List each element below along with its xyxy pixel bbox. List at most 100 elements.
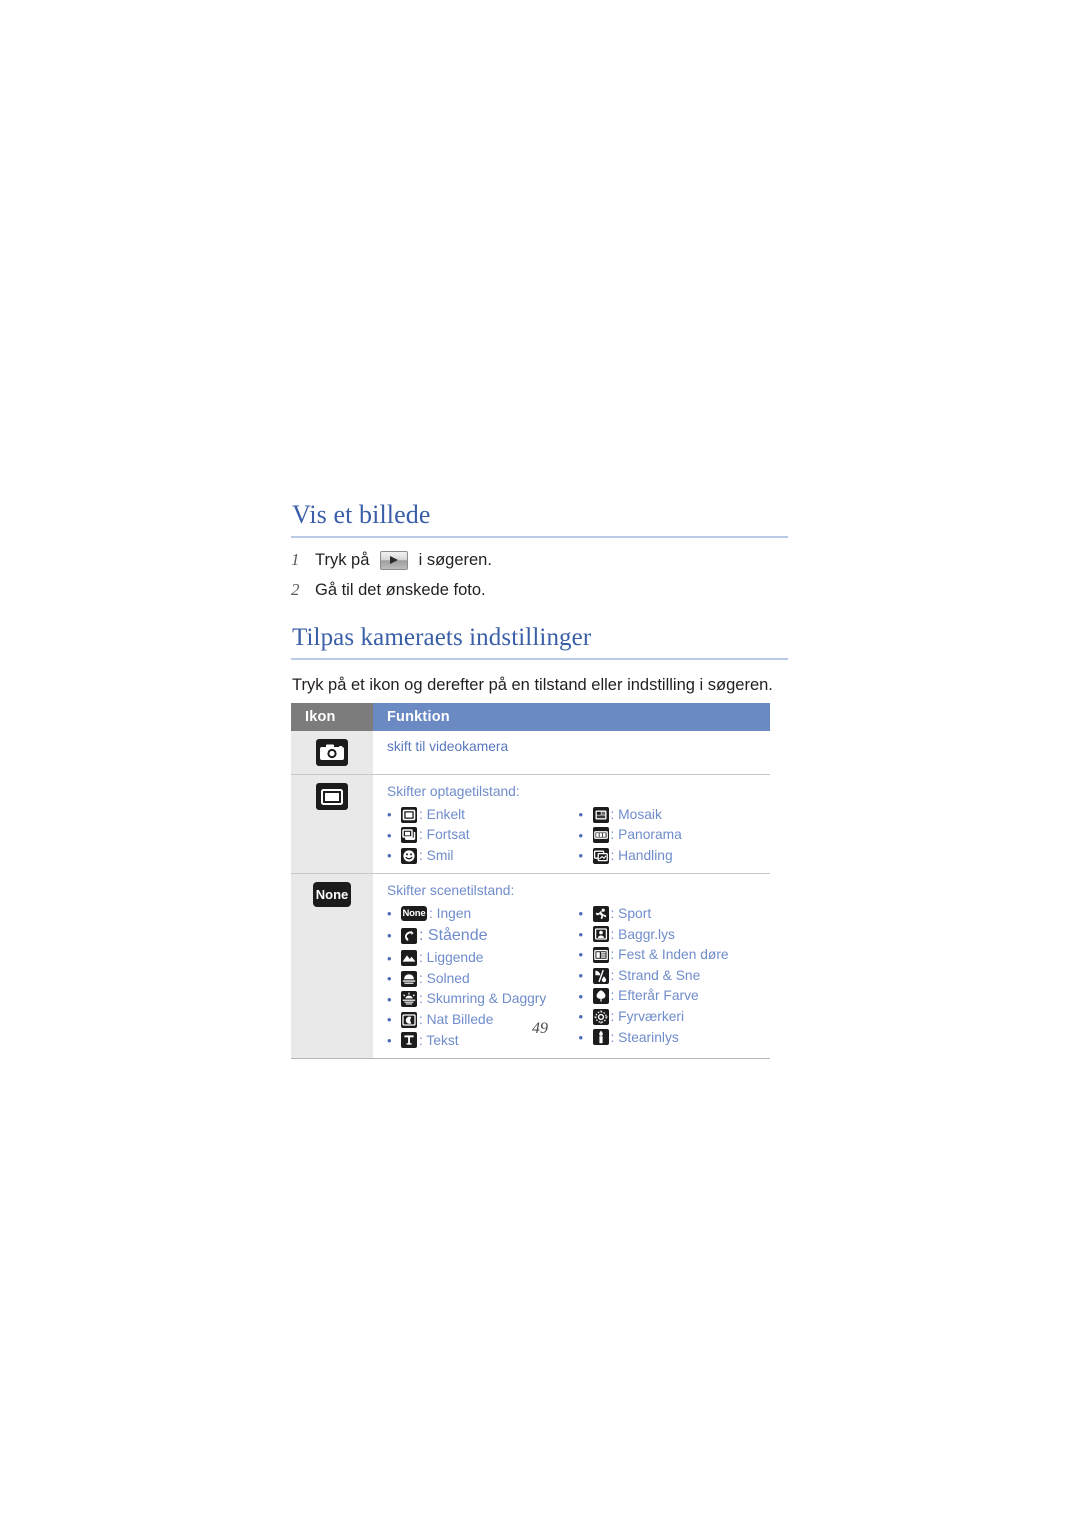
option-label: : Baggr.lys bbox=[610, 926, 675, 942]
single-icon bbox=[401, 806, 417, 823]
list-item: • : Baggr.lys bbox=[579, 925, 771, 945]
party-indoor-icon bbox=[592, 946, 609, 963]
option-column-left: • : Enkelt •: Fortsat •: Smil bbox=[387, 804, 579, 867]
option-columns: • : Enkelt •: Fortsat •: Smil •: Mosa… bbox=[387, 804, 770, 867]
column-header-ikon: Ikon bbox=[291, 703, 373, 732]
step-text-before: Tryk på bbox=[315, 551, 374, 569]
list-item: • : Efterår Farve bbox=[579, 986, 771, 1006]
panorama-icon bbox=[592, 827, 609, 844]
step-number: 1 bbox=[291, 550, 300, 569]
portrait-icon bbox=[401, 927, 417, 944]
bullet-icon: • bbox=[387, 848, 392, 864]
bullet-icon: • bbox=[387, 928, 392, 944]
option-label: : Liggende bbox=[419, 950, 484, 966]
option-label: : Sport bbox=[610, 906, 652, 922]
list-item: • bbox=[579, 825, 771, 845]
row-description: skift til videokamera bbox=[387, 739, 509, 755]
bullet-icon: • bbox=[387, 950, 392, 966]
option-column-right: • bbox=[579, 804, 771, 867]
option-label: : Handling bbox=[610, 847, 673, 863]
column-header-funktion: Funktion bbox=[373, 703, 770, 732]
section-title-settings: Tilpas kameraets indstillinger bbox=[291, 624, 788, 660]
option-label: : Smil bbox=[419, 847, 454, 863]
sports-icon bbox=[592, 905, 609, 922]
list-item: • bbox=[387, 825, 579, 845]
steps-list: 1 Tryk på i søgeren. 2 Gå til det ønsked… bbox=[291, 549, 788, 602]
list-item: • : Enkelt bbox=[387, 805, 579, 825]
table-row: skift til videokamera bbox=[291, 731, 770, 776]
function-cell: Skifter optagetilstand: •: Enkelt •: F… bbox=[373, 774, 770, 875]
icon-cell bbox=[291, 731, 373, 776]
intro-paragraph: Tryk på et ikon og derefter på en tilsta… bbox=[292, 675, 773, 694]
list-item: 1 Tryk på i søgeren. bbox=[291, 549, 788, 572]
table-row: Skifter optagetilstand: •: Enkelt •: F… bbox=[291, 774, 770, 875]
step-text: Gå til det ønskede foto. bbox=[315, 579, 486, 601]
list-item: • bbox=[579, 945, 771, 965]
row-description: Skifter optagetilstand: bbox=[387, 784, 520, 800]
list-item: • : Liggende bbox=[387, 948, 579, 968]
bullet-icon: • bbox=[387, 971, 392, 987]
backlight-icon bbox=[592, 926, 609, 943]
none-icon: None bbox=[313, 882, 351, 908]
list-item: • bbox=[387, 846, 579, 866]
document-page: Vis et billede 1 Tryk på i søgeren. 2 Gå… bbox=[0, 0, 1080, 1527]
sunset-icon bbox=[401, 970, 417, 987]
page-content: Vis et billede 1 Tryk på i søgeren. 2 Gå… bbox=[291, 500, 788, 1060]
continuous-icon bbox=[401, 827, 417, 844]
list-item: • bbox=[579, 805, 771, 825]
option-label: : Efterår Farve bbox=[610, 988, 699, 1004]
bullet-icon: • bbox=[578, 807, 584, 822]
bullet-icon: • bbox=[387, 991, 392, 1007]
option-label: : Panorama bbox=[610, 827, 682, 843]
step-number: 2 bbox=[291, 579, 300, 599]
list-item: • None : Ingen bbox=[387, 904, 579, 924]
none-small-icon: None bbox=[401, 906, 427, 922]
bullet-icon: • bbox=[578, 947, 584, 963]
option-label: : Skumring & Daggry bbox=[419, 991, 547, 1007]
step-text-before: Gå til det ønskede foto. bbox=[315, 580, 486, 599]
option-label: : Fest & Inden døre bbox=[610, 947, 729, 963]
step-text-after: i søgeren. bbox=[413, 551, 492, 569]
icon-cell bbox=[291, 774, 373, 875]
bullet-icon: • bbox=[387, 906, 392, 922]
function-cell: skift til videokamera bbox=[373, 731, 770, 776]
bullet-icon: • bbox=[387, 827, 392, 843]
option-label: : Fortsat bbox=[419, 827, 470, 843]
option-label: : Mosaik bbox=[610, 806, 662, 822]
list-item: • : Stående bbox=[387, 925, 579, 948]
option-label: : Ingen bbox=[429, 906, 472, 922]
dawn-icon bbox=[401, 991, 417, 1008]
option-label: : Solned bbox=[419, 970, 470, 986]
fall-color-icon bbox=[592, 988, 609, 1005]
smile-icon bbox=[401, 847, 417, 864]
bullet-icon: • bbox=[578, 926, 584, 942]
bullet-icon: • bbox=[578, 848, 584, 864]
action-icon bbox=[592, 847, 609, 864]
camera-icon bbox=[316, 739, 348, 767]
page-number: 49 bbox=[532, 1020, 548, 1037]
bullet-icon: • bbox=[578, 988, 584, 1004]
bullet-icon: • bbox=[578, 906, 584, 922]
option-label: : Enkelt bbox=[419, 806, 466, 822]
bullet-icon: • bbox=[578, 968, 584, 984]
row-description: Skifter scenetilstand: bbox=[387, 883, 515, 899]
table-header-row: Ikon Funktion bbox=[291, 703, 770, 732]
beach-snow-icon bbox=[592, 967, 609, 984]
list-item: • bbox=[579, 904, 771, 924]
list-item: • : Strand & Sne bbox=[579, 966, 771, 986]
single-shot-icon bbox=[316, 783, 348, 811]
bullet-icon: • bbox=[578, 827, 584, 843]
list-item: • : Handling bbox=[579, 846, 771, 866]
page-title: Vis et billede bbox=[291, 500, 788, 538]
list-item: • bbox=[387, 989, 579, 1009]
mosaic-icon bbox=[592, 806, 609, 823]
step-text: Tryk på i søgeren. bbox=[315, 549, 492, 571]
list-item: 2 Gå til det ønskede foto. bbox=[291, 579, 788, 602]
option-label: : Stående bbox=[419, 926, 488, 944]
settings-table: Ikon Funktion skift til videokamera Skif… bbox=[291, 703, 771, 1060]
option-label: : Strand & Sne bbox=[610, 967, 701, 983]
bullet-icon: • bbox=[387, 807, 392, 822]
landscape-icon bbox=[401, 950, 417, 967]
list-item: • : Solned bbox=[387, 969, 579, 989]
play-icon bbox=[379, 550, 408, 570]
